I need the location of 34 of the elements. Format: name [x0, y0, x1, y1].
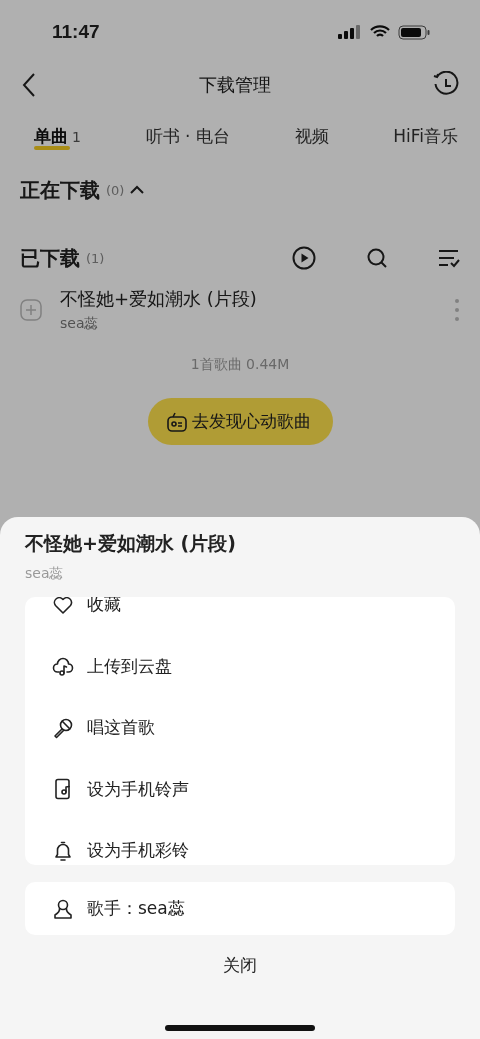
singer-item[interactable]: 歌手：sea蕊: [25, 877, 455, 940]
song-artist: sea蕊: [60, 315, 100, 333]
signal-icon: [338, 25, 362, 39]
tab[interactable]: 听书 · 电台: [145, 124, 230, 148]
sheet-title: 不怪她+爱如潮水 (片段): [25, 531, 237, 556]
wifi-icon: [370, 25, 390, 39]
tab[interactable]: 单曲 1: [34, 124, 81, 148]
discover-button[interactable]: 去发现心动歌曲: [147, 398, 333, 445]
action-item[interactable]: 上传到云盘: [25, 635, 455, 697]
section-count: (1): [86, 250, 105, 266]
heart-icon: [51, 597, 75, 617]
song-title: 不怪她+爱如潮水 (片段): [60, 287, 258, 311]
tab-count: 1: [72, 128, 81, 145]
play-icon[interactable]: [292, 246, 316, 270]
tab[interactable]: 视频: [294, 124, 329, 148]
download-summary: 1首歌曲 0.44M: [189, 356, 291, 374]
tab[interactable]: HiFi音乐: [393, 124, 458, 148]
action-item[interactable]: 设为手机铃声: [25, 758, 455, 820]
section-count: (0): [106, 182, 125, 198]
section-title: 已下载: [20, 244, 80, 272]
radio-icon: [165, 410, 188, 433]
status-time: 11:47: [52, 21, 100, 43]
search-icon[interactable]: [366, 247, 388, 269]
close-button[interactable]: 关闭: [217, 953, 263, 978]
sort-list-icon[interactable]: [438, 248, 460, 268]
action-item[interactable]: 设为手机彩铃: [25, 820, 455, 865]
sheet-artist: sea蕊: [25, 565, 65, 583]
back-icon[interactable]: [20, 72, 38, 98]
section-title: 正在下载: [20, 176, 100, 204]
page-title: 下载管理: [199, 73, 271, 97]
action-item[interactable]: 收藏: [25, 597, 455, 636]
caret-up-icon[interactable]: [130, 185, 145, 195]
battery-icon: [398, 24, 430, 40]
action-item[interactable]: 唱这首歌: [25, 697, 455, 759]
